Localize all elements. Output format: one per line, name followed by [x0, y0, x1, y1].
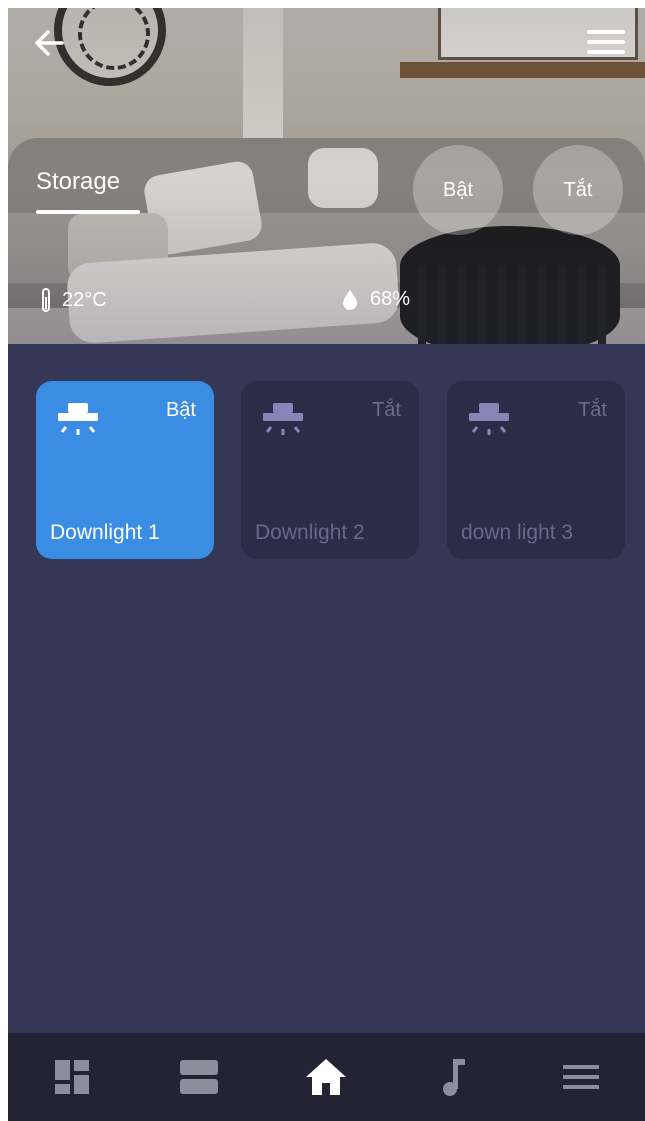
room-tab-storage[interactable]: Storage — [36, 168, 120, 196]
device-state: Bật — [165, 399, 196, 421]
nav-rooms[interactable] — [169, 1047, 229, 1107]
downlight-icon — [58, 403, 98, 435]
device-card-downlight-3[interactable]: Tắt down light 3 — [447, 381, 625, 559]
dashboard-grid-icon — [54, 1060, 89, 1094]
room-tab-indicator — [36, 210, 140, 214]
humidity-readout: 68% — [342, 288, 410, 311]
nav-home[interactable] — [296, 1047, 356, 1107]
device-state: Tắt — [578, 399, 607, 421]
downlight-icon — [469, 403, 509, 435]
humidity-value: 68% — [370, 288, 411, 310]
device-card-downlight-2[interactable]: Tắt Downlight 2 — [241, 381, 419, 559]
menu-icon — [563, 1065, 600, 1089]
back-button[interactable] — [32, 26, 72, 66]
downlight-icon — [263, 403, 303, 435]
hamburger-line — [587, 50, 625, 54]
nav-music[interactable] — [424, 1047, 484, 1107]
app-screen: Storage Bật Tắt 22°C 68% Bật Downlight 1 — [8, 8, 645, 1121]
hamburger-menu-icon — [587, 30, 625, 34]
nav-menu[interactable] — [551, 1047, 611, 1107]
device-name: Downlight 2 — [255, 521, 365, 544]
bottom-navigation — [8, 1033, 645, 1121]
home-icon — [306, 1059, 347, 1095]
room-hero-image: Storage Bật Tắt 22°C 68% — [8, 8, 645, 344]
device-grid: Bật Downlight 1 Tắt Downlight 2 Tắt down… — [36, 381, 626, 561]
rooms-list-icon — [180, 1060, 219, 1094]
device-state: Tắt — [372, 399, 401, 421]
device-name: Downlight 1 — [50, 521, 160, 544]
arrow-left-icon — [35, 30, 64, 56]
hamburger-line — [587, 40, 625, 44]
music-note-icon — [442, 1059, 465, 1096]
nav-dashboard[interactable] — [42, 1047, 102, 1107]
device-name: down light 3 — [461, 521, 574, 544]
temperature-readout: 22°C — [42, 288, 107, 312]
temperature-value: 22°C — [62, 288, 107, 311]
all-off-button[interactable]: Tắt — [533, 145, 623, 235]
device-card-downlight-1[interactable]: Bật Downlight 1 — [36, 381, 214, 559]
all-on-button[interactable]: Bật — [413, 145, 503, 235]
water-drop-icon — [343, 289, 357, 310]
menu-button[interactable] — [587, 30, 625, 62]
thermometer-icon — [42, 288, 50, 312]
